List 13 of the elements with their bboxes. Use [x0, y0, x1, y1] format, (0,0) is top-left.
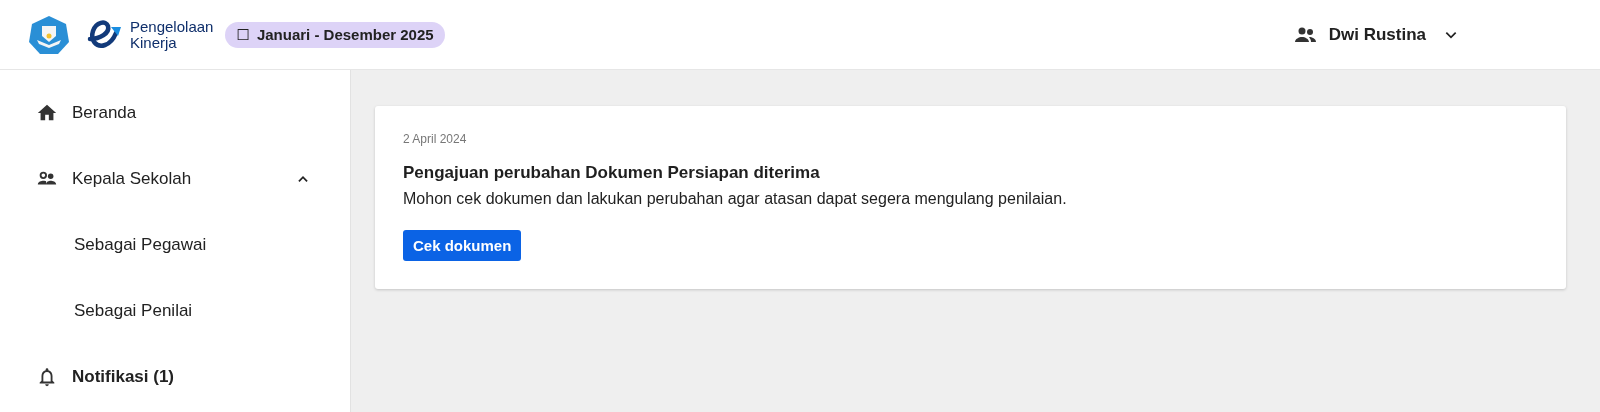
user-menu[interactable]: Dwi Rustina — [1292, 22, 1458, 47]
sidebar-item[interactable]: Sebagai Penilai — [0, 278, 350, 344]
sidebar-item[interactable]: Kepala Sekolah — [0, 146, 350, 212]
sidebar-item[interactable]: Notifikasi (1) — [0, 344, 350, 410]
check-document-button[interactable]: Cek dokumen — [403, 230, 522, 261]
sidebar-item[interactable]: Sebagai Pegawai — [0, 212, 350, 278]
brand-name: Pengelolaan — [130, 18, 214, 35]
brand-name: Kinerja — [130, 34, 177, 51]
notification-date: 2 April 2024 — [403, 132, 468, 146]
period-badge[interactable]: ☐ Januari - Desember 2025 — [225, 21, 445, 48]
sidebar-item[interactable]: Beranda — [0, 80, 350, 146]
notification-title: Pengajuan perubahan Dokumen Persiapan diterima — [403, 163, 821, 183]
notification-message: Mohon cek dokumen dan lakukan perubahan agar atasan dapat segera mengulang penilaian. — [403, 190, 1068, 208]
